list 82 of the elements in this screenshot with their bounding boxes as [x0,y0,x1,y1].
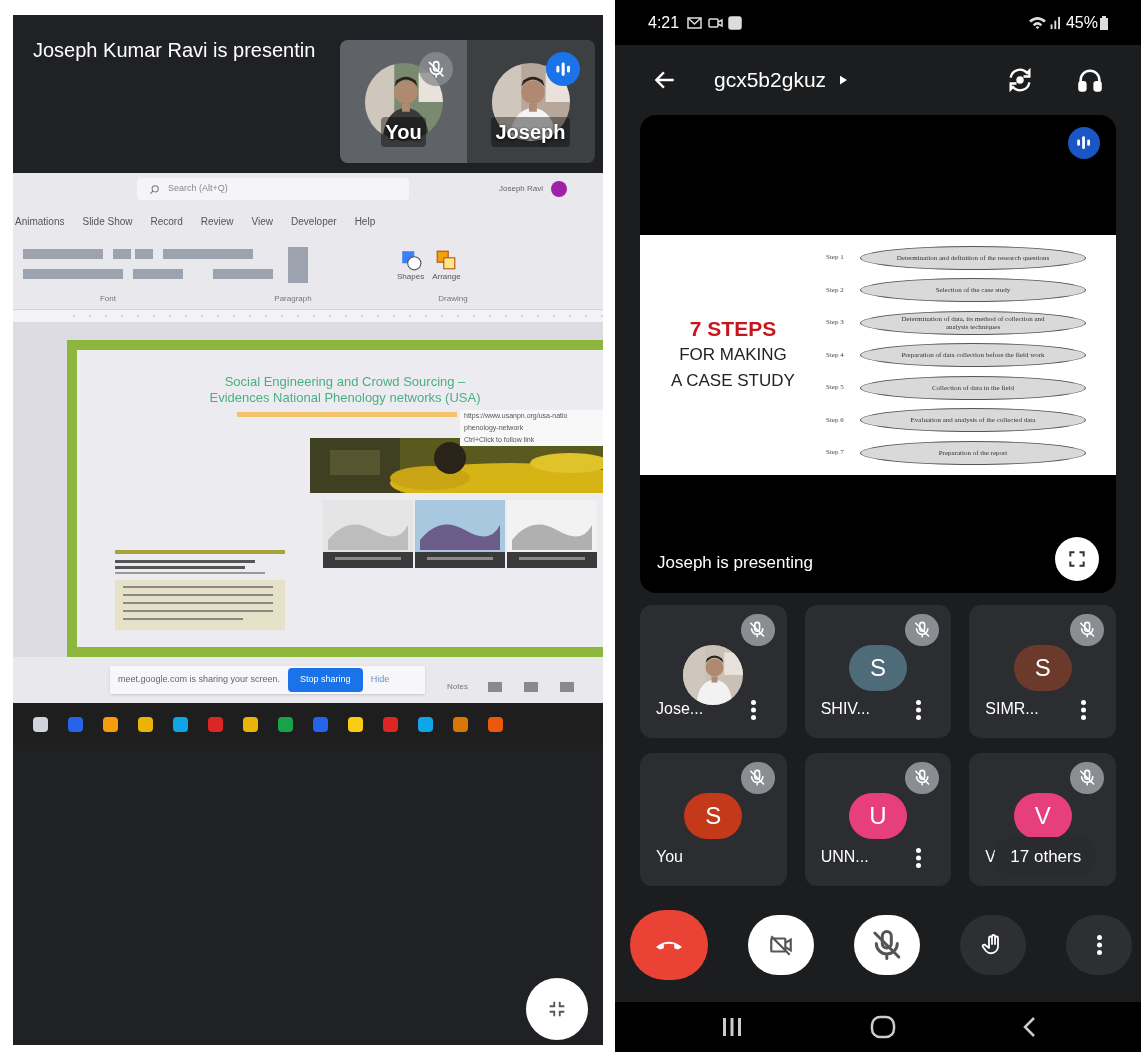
presenting-message: Joseph Kumar Ravi is presentin [33,38,316,63]
app-icon[interactable] [278,716,293,732]
ribbon-tab[interactable]: Help [354,214,376,229]
avatar: U [849,793,907,839]
avatar: S [684,793,743,839]
more-options-button[interactable] [1078,698,1088,722]
participant-tile[interactable]: S SIMR... [969,605,1116,738]
more-icon [1096,935,1102,955]
slide-title: Evidences National Phenology networks (USA) [209,390,481,406]
ribbon-button[interactable]: Arrange [428,248,465,283]
phone-icon [656,939,682,951]
ribbon-group-label: Font [100,293,116,305]
account-name: Joseph Ravi [499,183,544,195]
participant-tile[interactable]: S SHIV... [804,605,952,738]
battery-percentage: 45% [1065,12,1098,33]
ribbon-tab[interactable]: Review [200,214,234,229]
notification-icons-drawing [687,15,744,30]
account-avatar[interactable] [551,181,568,197]
presenting-caption: Joseph is presenting [657,551,813,574]
participant-name: SHIV... [820,699,870,719]
notes-button[interactable]: Notes [447,681,468,693]
wifi-signal-icon [1027,15,1062,30]
clock: 4:21 [648,12,680,33]
more-icon [915,700,921,720]
app-icon[interactable] [418,716,433,732]
stop-sharing-button[interactable]: Stop sharing [288,668,363,692]
avatar: V [1013,793,1072,839]
app-icon[interactable] [173,716,188,732]
ribbon-button[interactable]: Shapes [393,248,429,283]
participant-tile[interactable]: U UNN... [804,753,952,886]
fullscreen-button[interactable] [1055,537,1099,581]
ribbon-tab[interactable]: View [251,214,274,229]
app-icon[interactable] [243,716,258,732]
avatar: S [849,645,907,691]
camera-off-button[interactable] [748,915,814,975]
ribbon-group-label: Paragraph [274,293,312,305]
slide-heading: 7 STEPS [689,316,777,342]
recent-apps-button[interactable] [720,1016,744,1038]
participant-name: Jose... [656,699,704,719]
participant-name: V [985,847,996,867]
ribbon-tab[interactable]: Developer [291,214,337,229]
ribbon-tab[interactable]: Animations [15,214,65,229]
app-icon[interactable] [33,716,48,732]
participant-tile[interactable]: V V 17 others [969,753,1116,886]
participant-name: SIMR... [985,699,1039,719]
shapes-icon [399,248,422,271]
battery-icon [1100,15,1108,30]
share-message: meet.google.com is sharing your screen. [118,673,281,687]
ribbon-group-label: Drawing [438,293,468,305]
audio-output-button[interactable] [1076,66,1104,94]
caret-icon [840,75,848,85]
avatar: S [1013,645,1072,691]
participant-tile[interactable]: S You [640,753,787,886]
participant-tile[interactable]: Jose... [640,605,787,738]
more-icon [1080,700,1086,720]
more-icon [915,848,921,868]
ribbon-tab[interactable]: Slide Show [82,214,133,229]
participant-name: UNN... [820,847,869,867]
more-options-button[interactable] [913,846,924,870]
search-icon [149,183,160,195]
slide-subheading: A CASE STUDY [671,370,795,392]
search-field[interactable]: Search (Alt+Q) [137,178,409,200]
app-icon[interactable] [488,716,503,732]
slide-title: Social Engineering and Crowd Sourcing – [224,374,466,390]
more-options-button[interactable] [913,698,924,722]
arrange-icon [435,248,458,271]
mic-off-button[interactable] [854,915,920,975]
app-icon[interactable] [103,716,118,732]
meeting-code-button[interactable]: gcx5b2gkuz [714,64,848,96]
slide-subheading: FOR MAKING [679,344,787,366]
app-icon[interactable] [138,716,153,732]
fullscreen-icon [1067,549,1087,569]
app-icon[interactable] [348,716,363,732]
ribbon-tab[interactable]: Record [150,214,183,229]
home-button[interactable] [870,1015,896,1039]
app-icon[interactable] [453,716,468,732]
more-options-button[interactable] [748,698,759,722]
more-icon [751,700,757,720]
participant-tile[interactable]: You [340,40,467,163]
back-button[interactable] [1022,1016,1036,1038]
participant-name: You [656,847,683,867]
participant-name: You [381,117,426,147]
